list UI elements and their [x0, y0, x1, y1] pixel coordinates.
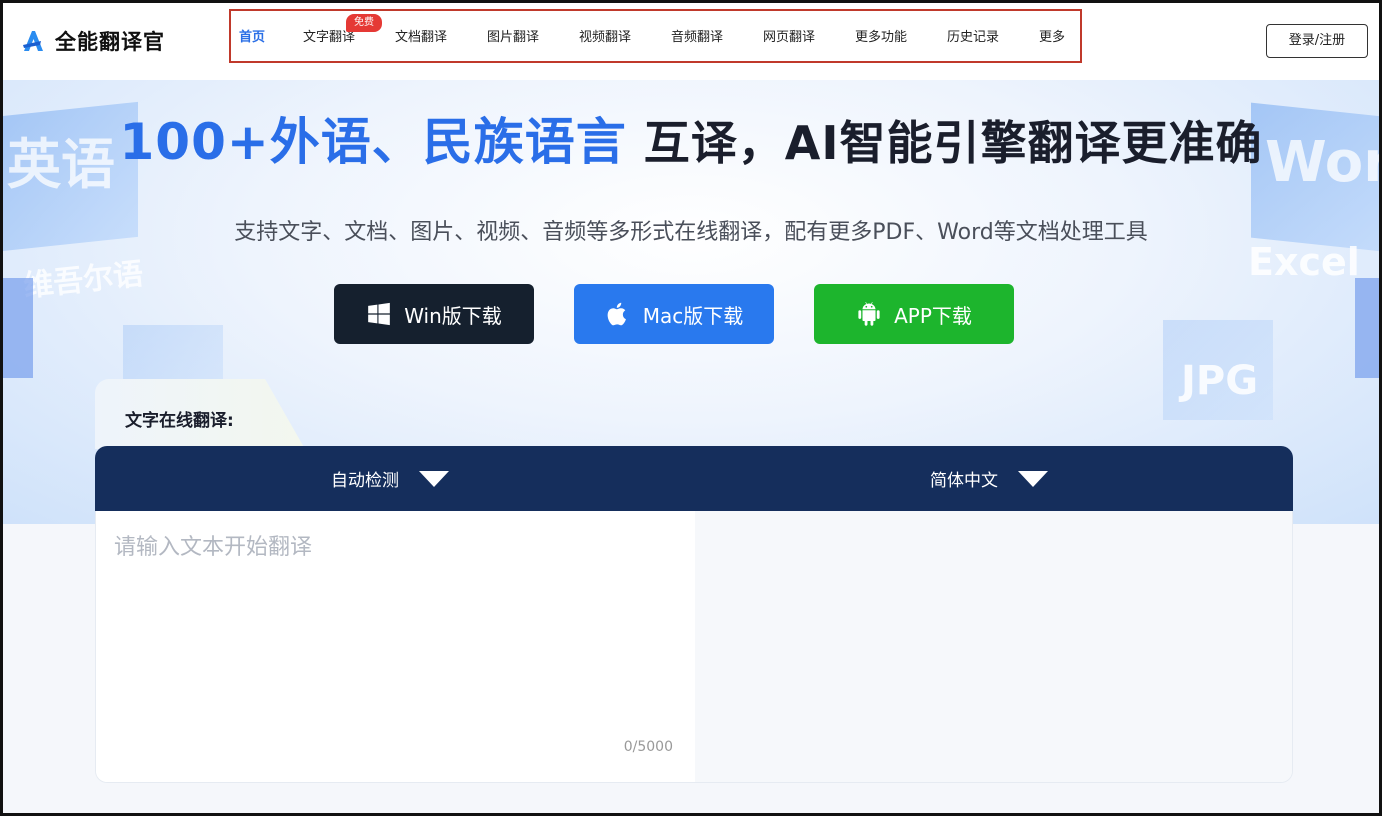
deco-text-excel: Excel: [1248, 240, 1360, 284]
top-header: 全能翻译官 首页 文字翻译 免费 文档翻译 图片翻译 视频翻译 音频翻译 网页翻…: [3, 3, 1379, 80]
windows-icon: [368, 302, 391, 326]
brand-logo[interactable]: 全能翻译官: [21, 25, 165, 57]
target-language-label: 简体中文: [930, 471, 998, 491]
translation-panel: 0/5000: [95, 511, 1293, 783]
nav-item-audio-translate[interactable]: 音频翻译: [671, 26, 723, 45]
app-download-label: APP下载: [894, 303, 972, 328]
hero-title: 100+外语、民族语言 互译，AI智能引擎翻译更准确: [3, 102, 1379, 174]
nav-item-web-translate[interactable]: 网页翻译: [763, 26, 815, 45]
language-bar: 自动检测 简体中文: [95, 446, 1293, 511]
source-language-label: 自动检测: [331, 471, 399, 491]
nav-item-image-translate[interactable]: 图片翻译: [487, 26, 539, 45]
source-text-input[interactable]: [114, 529, 674, 729]
char-counter: 0/5000: [623, 739, 673, 755]
translator-tab-label: 文字在线翻译:: [125, 411, 234, 431]
app-download-button[interactable]: APP下载: [814, 284, 1014, 344]
mac-download-button[interactable]: Mac版下载: [574, 284, 774, 344]
nav-item-more-features[interactable]: 更多功能: [855, 26, 907, 45]
target-pane: [695, 511, 1292, 782]
hero-title-rest: 互译，AI智能引擎翻译更准确: [626, 116, 1263, 170]
hero-title-highlight: 100+外语、民族语言: [119, 113, 627, 171]
win-download-label: Win版下载: [404, 303, 502, 328]
nav-item-home[interactable]: 首页: [239, 26, 265, 45]
android-icon: [858, 301, 880, 326]
apple-icon: [607, 302, 626, 326]
deco-card-left-small: [3, 278, 33, 378]
nav-item-video-translate[interactable]: 视频翻译: [579, 26, 631, 45]
deco-card-right-small: [1355, 278, 1379, 378]
nav-item-more[interactable]: 更多: [1039, 26, 1065, 45]
deco-text-uyghur: 维吾尔语: [21, 256, 145, 305]
hero-subtitle: 支持文字、文档、图片、视频、音频等多形式在线翻译，配有更多PDF、Word等文档…: [234, 220, 1148, 245]
brand-name: 全能翻译官: [55, 30, 165, 54]
page-frame: 全能翻译官 首页 文字翻译 免费 文档翻译 图片翻译 视频翻译 音频翻译 网页翻…: [0, 0, 1382, 816]
login-register-button[interactable]: 登录/注册: [1266, 24, 1368, 58]
target-language-select[interactable]: 简体中文: [930, 466, 1048, 491]
deco-text-jpg: JPG: [1181, 358, 1259, 404]
nav-item-doc-translate[interactable]: 文档翻译: [395, 26, 447, 45]
mac-download-label: Mac版下载: [642, 303, 744, 328]
free-badge: 免费: [346, 14, 382, 32]
source-language-select[interactable]: 自动检测: [331, 466, 449, 491]
brand-logo-icon: [23, 31, 43, 51]
chevron-down-icon: [1018, 470, 1048, 487]
nav-item-history[interactable]: 历史记录: [947, 26, 999, 45]
win-download-button[interactable]: Win版下载: [334, 284, 534, 344]
chevron-down-icon: [419, 470, 449, 487]
source-pane: 0/5000: [96, 511, 695, 782]
